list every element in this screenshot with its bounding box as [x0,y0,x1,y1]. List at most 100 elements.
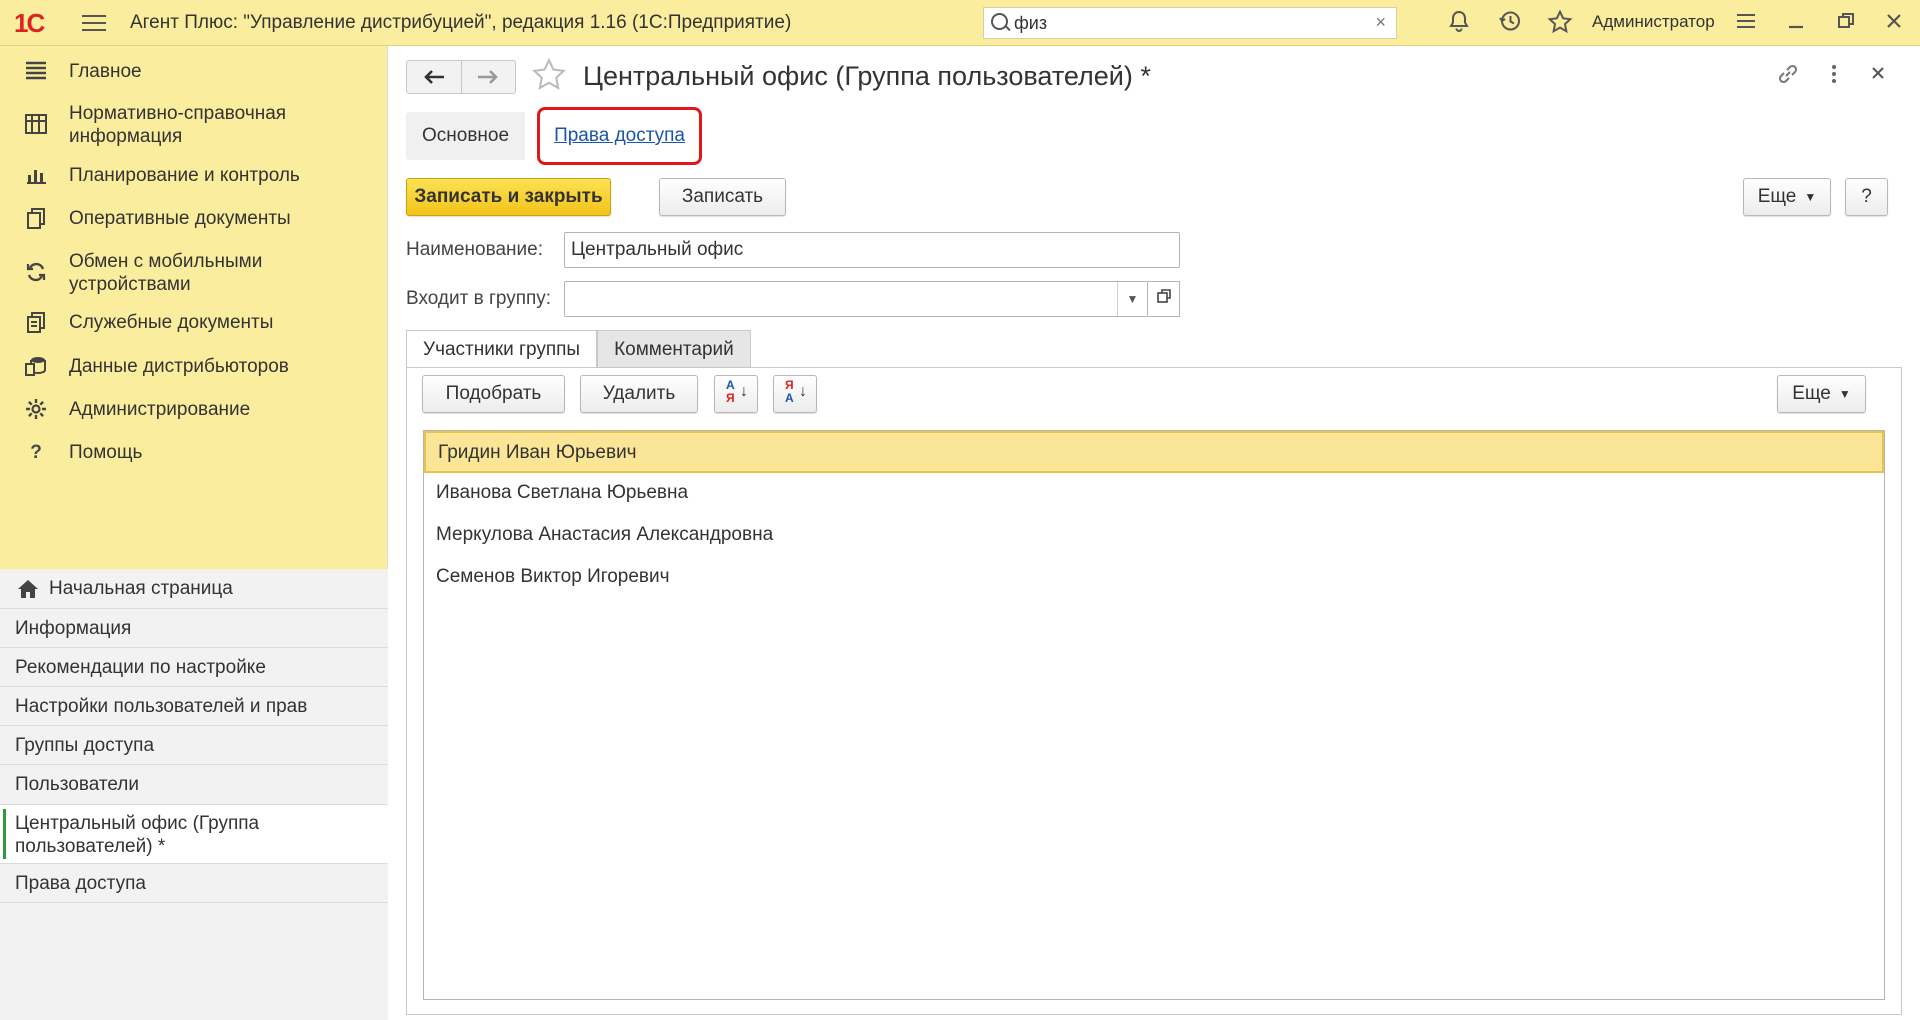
close-window-icon[interactable] [1880,9,1908,37]
form-page-tabs: Основное Права доступа [406,107,703,165]
sidebar-item-help[interactable]: ? Помощь [0,441,388,465]
window-item-label: Рекомендации по настройке [15,657,266,678]
documents-icon [24,207,48,231]
sidebar: Главное Нормативно-справочная информация… [0,46,388,1020]
list-item[interactable]: Иванова Светлана Юрьевна [424,473,1884,515]
parent-group-field[interactable] [564,281,1148,317]
more-vertical-icon[interactable] [1820,62,1848,90]
link-icon[interactable] [1774,62,1802,90]
menu-list-icon [24,60,48,84]
sidebar-item-main[interactable]: Главное [0,60,388,84]
sidebar-item-label: Обмен с мобильными устройствами [69,251,263,295]
chart-icon [24,164,48,188]
current-user[interactable]: Администратор [1592,12,1715,32]
sidebar-item-label: Нормативно-справочная информация [69,103,287,147]
search-icon [990,12,1012,34]
back-arrow-icon[interactable] [407,61,461,93]
down-arrow-icon: ↓ [799,383,807,400]
form-title: Центральный офис (Группа пользователей) … [583,61,1151,91]
tab-main[interactable]: Основное [406,112,526,160]
sidebar-item-label: Администрирование [69,399,251,420]
sort-descending-glyph: ЯА [785,378,794,405]
sidebar-item-distributor-data[interactable]: Данные дистрибьюторов [0,355,388,379]
members-list[interactable]: Гридин Иван Юрьевич Иванова Светлана Юрь… [423,430,1885,1000]
settings-menu-icon[interactable] [1732,9,1760,37]
window-item-label: Информация [15,618,132,639]
more-button[interactable]: Еще ▼ [1743,178,1831,216]
list-item[interactable]: Семенов Виктор Игоревич [424,557,1884,599]
history-nav [406,60,516,94]
title-bar: 1С Агент Плюс: "Управление дистрибуцией"… [0,0,1920,46]
members-panel: Подобрать Удалить АЯ ↓ ЯА ↓ Еще ▼ Гридин … [406,367,1902,1015]
window-item-label: Группы доступа [15,735,155,756]
window-item-central-office[interactable]: Центральный офис (Группа пользователей) … [0,805,388,864]
name-label: Наименование: [406,239,543,260]
sidebar-item-label: Помощь [69,442,143,463]
window-item-access-groups[interactable]: Группы доступа [0,726,388,765]
sidebar-item-label: Данные дистрибьюторов [69,356,289,377]
minimize-icon[interactable] [1782,9,1810,37]
window-item-label: Настройки пользователей и прав [15,696,308,717]
form-area: Центральный офис (Группа пользователей) … [389,46,1920,1020]
more-label: Еще [1757,186,1797,207]
tab-members[interactable]: Участники группы [406,330,598,368]
sort-ascending-glyph: АЯ [726,378,735,405]
catalog-icon [24,113,48,137]
parent-group-label: Входит в группу: [406,288,552,309]
sort-descending-icon[interactable]: ЯА ↓ [773,375,817,413]
down-arrow-icon: ↓ [740,383,748,400]
delete-button[interactable]: Удалить [580,375,698,413]
window-item-info[interactable]: Информация [0,609,388,648]
sidebar-item-label: Оперативные документы [69,208,291,229]
history-icon[interactable] [1496,9,1524,37]
service-docs-icon [24,311,48,335]
sidebar-item-mobile-exchange[interactable]: Обмен с мобильными устройствами [0,250,388,296]
help-button[interactable]: ? [1845,178,1888,216]
sidebar-item-planning[interactable]: Планирование и контроль [0,164,388,188]
close-form-icon[interactable] [1864,62,1892,90]
sidebar-item-operational-docs[interactable]: Оперативные документы [0,207,388,231]
main-menu-icon[interactable] [82,12,106,32]
sidebar-item-administration[interactable]: Администрирование [0,398,388,422]
save-button[interactable]: Записать [659,178,786,216]
list-item[interactable]: Меркулова Анастасия Александровна [424,515,1884,557]
forward-arrow-icon[interactable] [460,61,515,93]
window-item-label: Начальная страница [49,578,233,599]
save-and-close-button[interactable]: Записать и закрыть [406,178,611,216]
tab-access-rights-link[interactable]: Права доступа [537,107,703,165]
sidebar-item-label: Главное [69,61,142,82]
name-field[interactable]: Центральный офис [564,232,1180,268]
distributor-data-icon [24,355,48,379]
home-icon [17,579,39,599]
open-windows-list: Начальная страница Информация Рекомендац… [0,569,388,1020]
window-item-recommendations[interactable]: Рекомендации по настройке [0,648,388,687]
sync-icon [24,261,48,285]
window-item-label: Пользователи [15,774,140,795]
chevron-down-icon[interactable]: ▼ [1117,282,1147,316]
window-item-access-rights[interactable]: Права доступа [0,864,388,903]
chevron-down-icon: ▼ [1838,387,1851,401]
window-item-home[interactable]: Начальная страница [0,569,388,609]
window-item-user-settings[interactable]: Настройки пользователей и прав [0,687,388,726]
search-clear-icon[interactable]: × [1375,12,1386,33]
tab-comment[interactable]: Комментарий [597,330,751,368]
app-logo: 1С [14,8,45,38]
restore-icon[interactable] [1832,9,1860,37]
help-icon: ? [30,442,42,463]
chevron-down-icon: ▼ [1804,190,1817,204]
sidebar-item-service-docs[interactable]: Служебные документы [0,311,388,335]
members-more-button[interactable]: Еще ▼ [1777,375,1866,413]
global-search[interactable]: × [983,7,1397,39]
bell-icon[interactable] [1445,9,1473,37]
favorites-star-icon[interactable] [1546,9,1574,37]
window-item-users[interactable]: Пользователи [0,765,388,805]
favorite-star-icon[interactable] [531,57,567,99]
list-item[interactable]: Гридин Иван Юрьевич [424,431,1884,473]
sidebar-item-reference[interactable]: Нормативно-справочная информация [0,102,388,148]
window-item-label: Права доступа [15,873,146,894]
search-input[interactable] [1014,12,1354,34]
sort-ascending-icon[interactable]: АЯ ↓ [714,375,758,413]
sidebar-item-label: Планирование и контроль [69,165,300,186]
open-icon[interactable] [1148,281,1180,317]
pick-button[interactable]: Подобрать [422,375,565,413]
